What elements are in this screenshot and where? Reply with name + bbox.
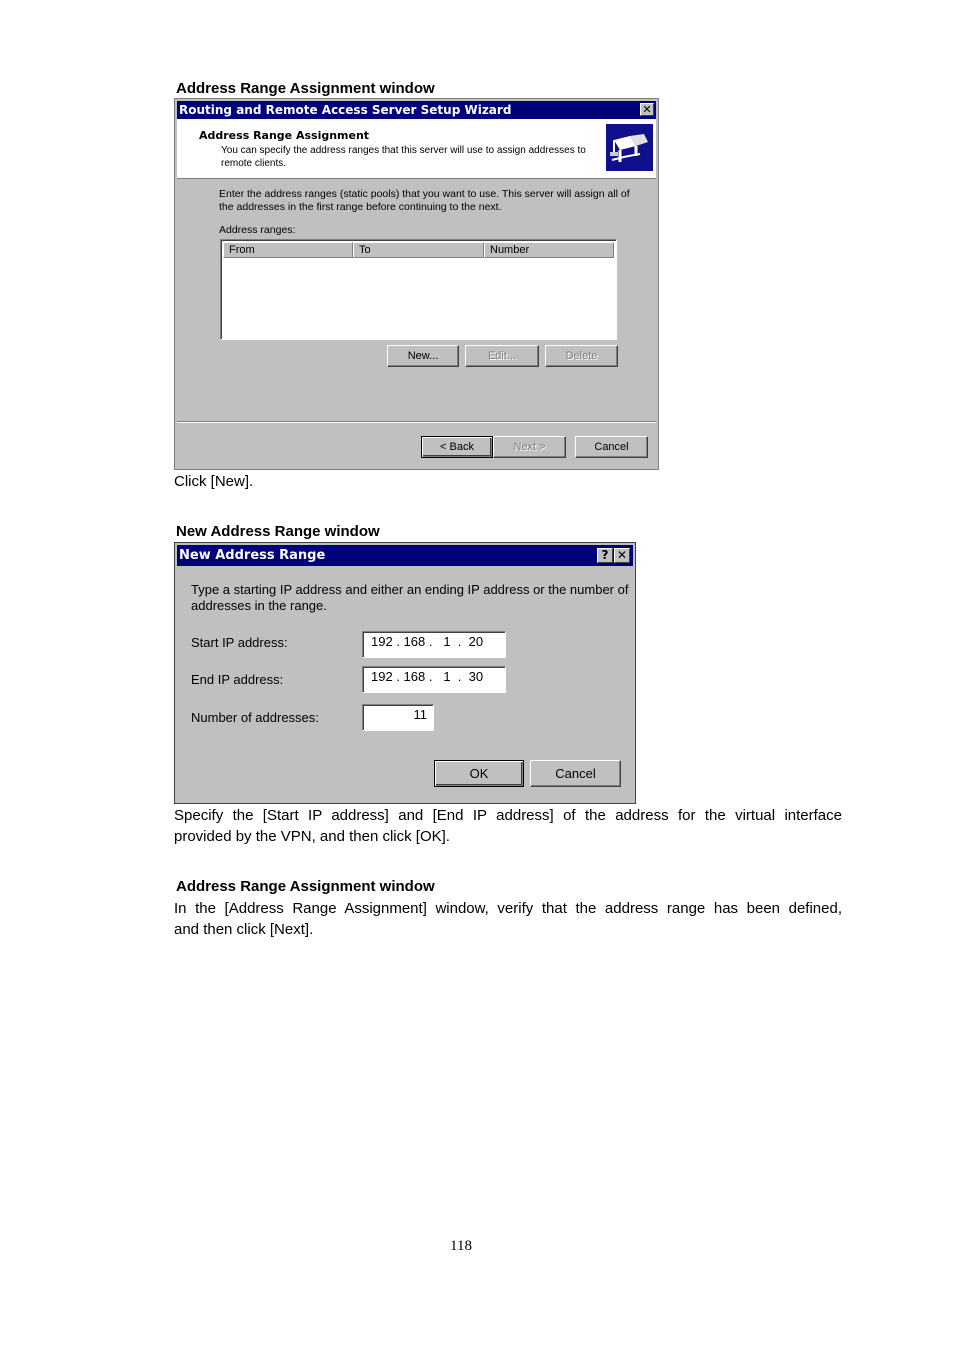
text-line: In the [Address Range Assignment] window… (174, 900, 842, 917)
instruction-line: Type a starting IP address and either an… (191, 582, 629, 597)
back-button[interactable]: < Back (421, 436, 493, 458)
list-header: From To Number (223, 242, 614, 258)
wizard-title: Routing and Remote Access Server Setup W… (179, 103, 512, 117)
new-button[interactable]: New... (387, 345, 459, 367)
start-ip-field[interactable]: 192 . 168 . 1 . 20 (362, 631, 506, 658)
end-ip-field[interactable]: 192 . 168 . 1 . 30 (362, 666, 506, 693)
header-desc-line: remote clients. (221, 158, 287, 169)
address-ranges-list[interactable]: From To Number (220, 239, 617, 340)
column-header-to[interactable]: To (353, 242, 484, 258)
instruction-line: addresses in the range. (191, 598, 327, 613)
next-button[interactable]: Next > (493, 436, 566, 458)
close-icon: ✕ (616, 548, 628, 562)
wizard-header: Address Range Assignment You can specify… (177, 119, 656, 179)
verify-range-text: In the [Address Range Assignment] window… (174, 898, 842, 940)
caption-line: Specify the [Start IP address] and [End … (174, 807, 842, 824)
octet-4[interactable]: 30 (469, 669, 483, 684)
section-heading-address-range-assignment: Address Range Assignment window (176, 80, 435, 97)
octet-1[interactable]: 192 (371, 634, 393, 649)
close-icon: ✕ (642, 103, 652, 116)
new-address-range-dialog: New Address Range ? ✕ Type a starting IP… (174, 542, 636, 804)
footer-separator (177, 421, 656, 423)
body-line: the addresses in the first range before … (219, 201, 502, 213)
wizard-header-title: Address Range Assignment (199, 129, 370, 142)
help-button[interactable]: ? (597, 548, 613, 563)
wizard-header-description: You can specify the address ranges that … (221, 144, 586, 170)
number-of-addresses-label: Number of addresses: (191, 710, 319, 725)
octet-4[interactable]: 20 (469, 634, 483, 649)
octet-3[interactable]: 1 (443, 634, 450, 649)
ok-button[interactable]: OK (434, 760, 524, 787)
network-server-icon (606, 124, 653, 171)
help-icon: ? (601, 548, 609, 562)
wizard-body-text: Enter the address ranges (static pools) … (219, 188, 630, 214)
section-heading-new-address-range: New Address Range window (176, 523, 380, 540)
address-ranges-label: Address ranges: (219, 224, 296, 236)
cancel-button[interactable]: Cancel (575, 436, 648, 458)
delete-button[interactable]: Delete (545, 345, 618, 367)
caption-click-new: Click [New]. (174, 473, 254, 490)
page-number: 118 (450, 1238, 472, 1254)
column-header-number[interactable]: Number (484, 242, 614, 258)
text-line: and then click [Next]. (174, 921, 314, 938)
number-of-addresses-field[interactable]: 11 (362, 704, 434, 731)
end-ip-label: End IP address: (191, 672, 284, 687)
close-button[interactable]: ✕ (614, 548, 630, 563)
close-button[interactable]: ✕ (640, 103, 654, 116)
cancel-button[interactable]: Cancel (530, 760, 621, 787)
dialog-title: New Address Range (179, 548, 326, 563)
header-desc-line: You can specify the address ranges that … (221, 145, 586, 156)
wizard-window: Routing and Remote Access Server Setup W… (174, 98, 659, 470)
body-line: Enter the address ranges (static pools) … (219, 188, 630, 200)
column-header-from[interactable]: From (223, 242, 353, 258)
octet-2[interactable]: 168 (404, 669, 426, 684)
dialog-title-bar: New Address Range ? ✕ (177, 545, 633, 566)
wizard-title-bar: Routing and Remote Access Server Setup W… (177, 101, 656, 119)
octet-2[interactable]: 168 (404, 634, 426, 649)
edit-button[interactable]: Edit... (465, 345, 539, 367)
dialog-instructions: Type a starting IP address and either an… (191, 582, 628, 614)
start-ip-label: Start IP address: (191, 635, 288, 650)
octet-1[interactable]: 192 (371, 669, 393, 684)
caption-line: provided by the VPN, and then click [OK]… (174, 828, 450, 845)
octet-3[interactable]: 1 (443, 669, 450, 684)
section-heading-address-range-assignment-2: Address Range Assignment window (176, 878, 435, 895)
caption-specify-ip: Specify the [Start IP address] and [End … (174, 805, 842, 847)
